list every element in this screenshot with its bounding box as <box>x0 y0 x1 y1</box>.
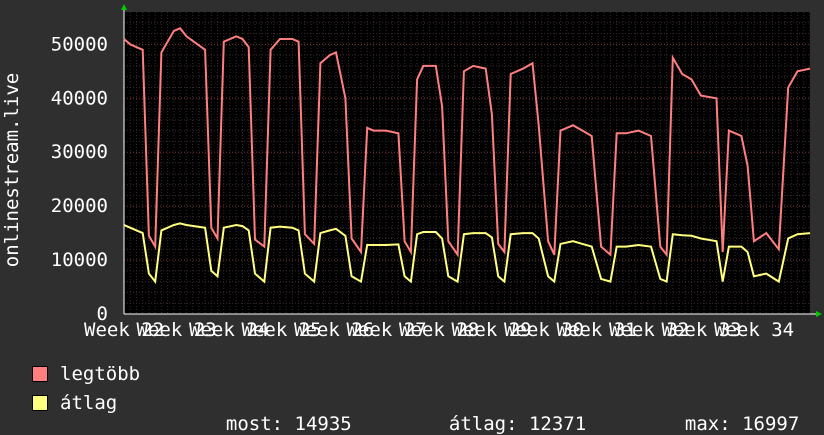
stat-max: max: 16997 <box>662 391 799 435</box>
stat-avg-label: átlag: <box>448 413 518 435</box>
y-tick-labels: 01000020000300004000050000 <box>51 33 108 325</box>
legend-label-max: legtöbb <box>60 363 141 385</box>
x-axis-arrow <box>816 311 822 317</box>
legend-item-avg: átlag <box>32 391 117 415</box>
legend-swatch-avg <box>32 395 48 411</box>
x-tick-labels: Week 22Week 23Week 24Week 25Week 26Week … <box>84 319 794 341</box>
y-tick-label: 30000 <box>51 141 108 163</box>
y-axis-label: onlinestream.live <box>1 73 23 267</box>
stat-now: most: 14935 <box>203 391 352 435</box>
legend-label-avg: átlag <box>60 392 118 414</box>
y-tick-label: 10000 <box>51 249 108 271</box>
stat-now-label: most: <box>225 413 284 435</box>
legend-swatch-max <box>32 366 48 382</box>
stat-max-value: 16997 <box>742 413 800 435</box>
stat-avg-value: 12371 <box>528 413 587 435</box>
legend-item-max: legtöbb <box>32 362 140 386</box>
y-axis-arrow <box>121 4 127 10</box>
y-tick-label: 20000 <box>51 195 108 217</box>
x-tick-label: Week 34 <box>714 319 794 341</box>
y-tick-label: 50000 <box>51 33 108 55</box>
y-tick-label: 40000 <box>51 87 108 109</box>
stat-avg: átlag: 12371 <box>426 391 586 435</box>
stat-now-value: 14935 <box>294 413 352 435</box>
stat-max-label: max: <box>684 413 731 435</box>
